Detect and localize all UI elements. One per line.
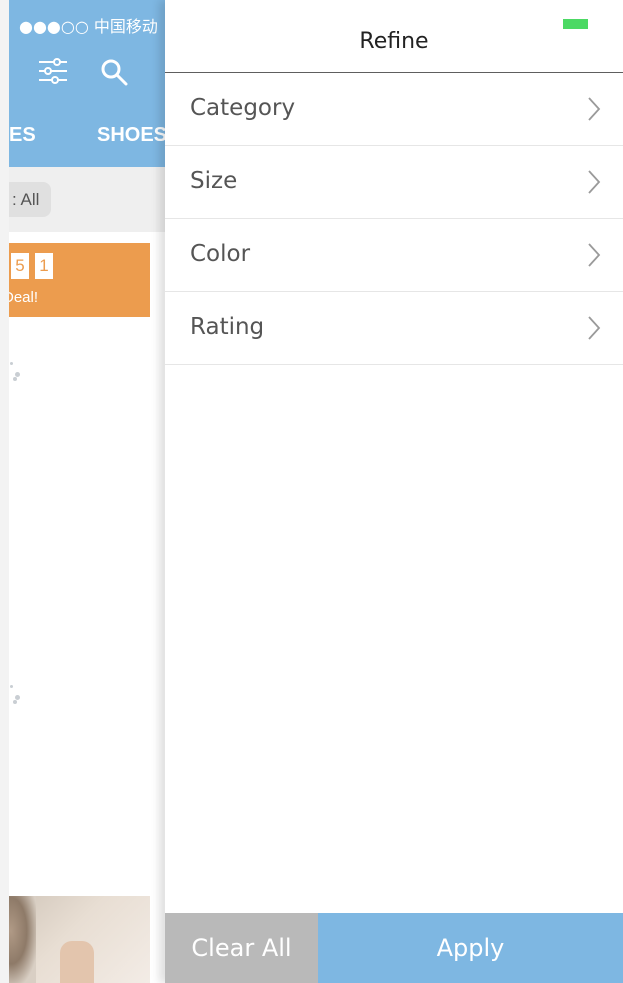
background-tab[interactable]: SHOES xyxy=(97,124,165,147)
option-label: Size xyxy=(190,168,238,194)
chevron-right-icon xyxy=(588,97,601,121)
deal-countdown-digit: 1 xyxy=(35,253,53,279)
search-icon[interactable] xyxy=(100,58,128,86)
refine-drawer: Refine Category Size Color Rating Clear … xyxy=(165,0,623,983)
option-row-category[interactable]: Category xyxy=(165,73,623,146)
option-row-size[interactable]: Size xyxy=(165,146,623,219)
option-row-rating[interactable]: Rating xyxy=(165,292,623,365)
background-tab[interactable]: ES xyxy=(9,124,36,147)
status-carrier: ●●●○○ 中国移动 xyxy=(19,17,158,36)
background-filter-bar: : All xyxy=(0,167,165,232)
drawer-action-bar: Clear All Apply xyxy=(165,913,623,983)
apply-button[interactable]: Apply xyxy=(318,913,623,983)
product-image[interactable] xyxy=(0,896,150,983)
option-label: Color xyxy=(190,241,251,267)
product-image-detail xyxy=(60,941,94,983)
chevron-right-icon xyxy=(588,316,601,340)
filter-sliders-icon[interactable] xyxy=(38,58,68,84)
option-label: Category xyxy=(190,95,296,121)
deal-countdown-digit: 5 xyxy=(11,253,29,279)
clear-all-button[interactable]: Clear All xyxy=(165,913,318,983)
option-row-color[interactable]: Color xyxy=(165,219,623,292)
drawer-title: Refine xyxy=(359,29,429,54)
loading-spinner-icon xyxy=(10,362,24,382)
screen: ●●●○○ 中国移动 ES SHOES : All 5 1 Deal! Refi… xyxy=(0,0,623,983)
chevron-right-icon xyxy=(588,170,601,194)
battery-icon xyxy=(563,19,588,29)
background-header: ●●●○○ 中国移动 ES SHOES xyxy=(0,0,165,167)
filter-chip[interactable]: : All xyxy=(2,182,52,217)
background-app: ●●●○○ 中国移动 ES SHOES : All 5 1 Deal! xyxy=(0,0,165,983)
option-label: Rating xyxy=(190,314,265,340)
screen-edge-strip xyxy=(0,0,9,983)
drawer-header: Refine xyxy=(165,0,623,73)
loading-spinner-icon xyxy=(10,685,24,705)
deal-banner[interactable]: 5 1 Deal! xyxy=(0,243,150,317)
chevron-right-icon xyxy=(588,243,601,267)
